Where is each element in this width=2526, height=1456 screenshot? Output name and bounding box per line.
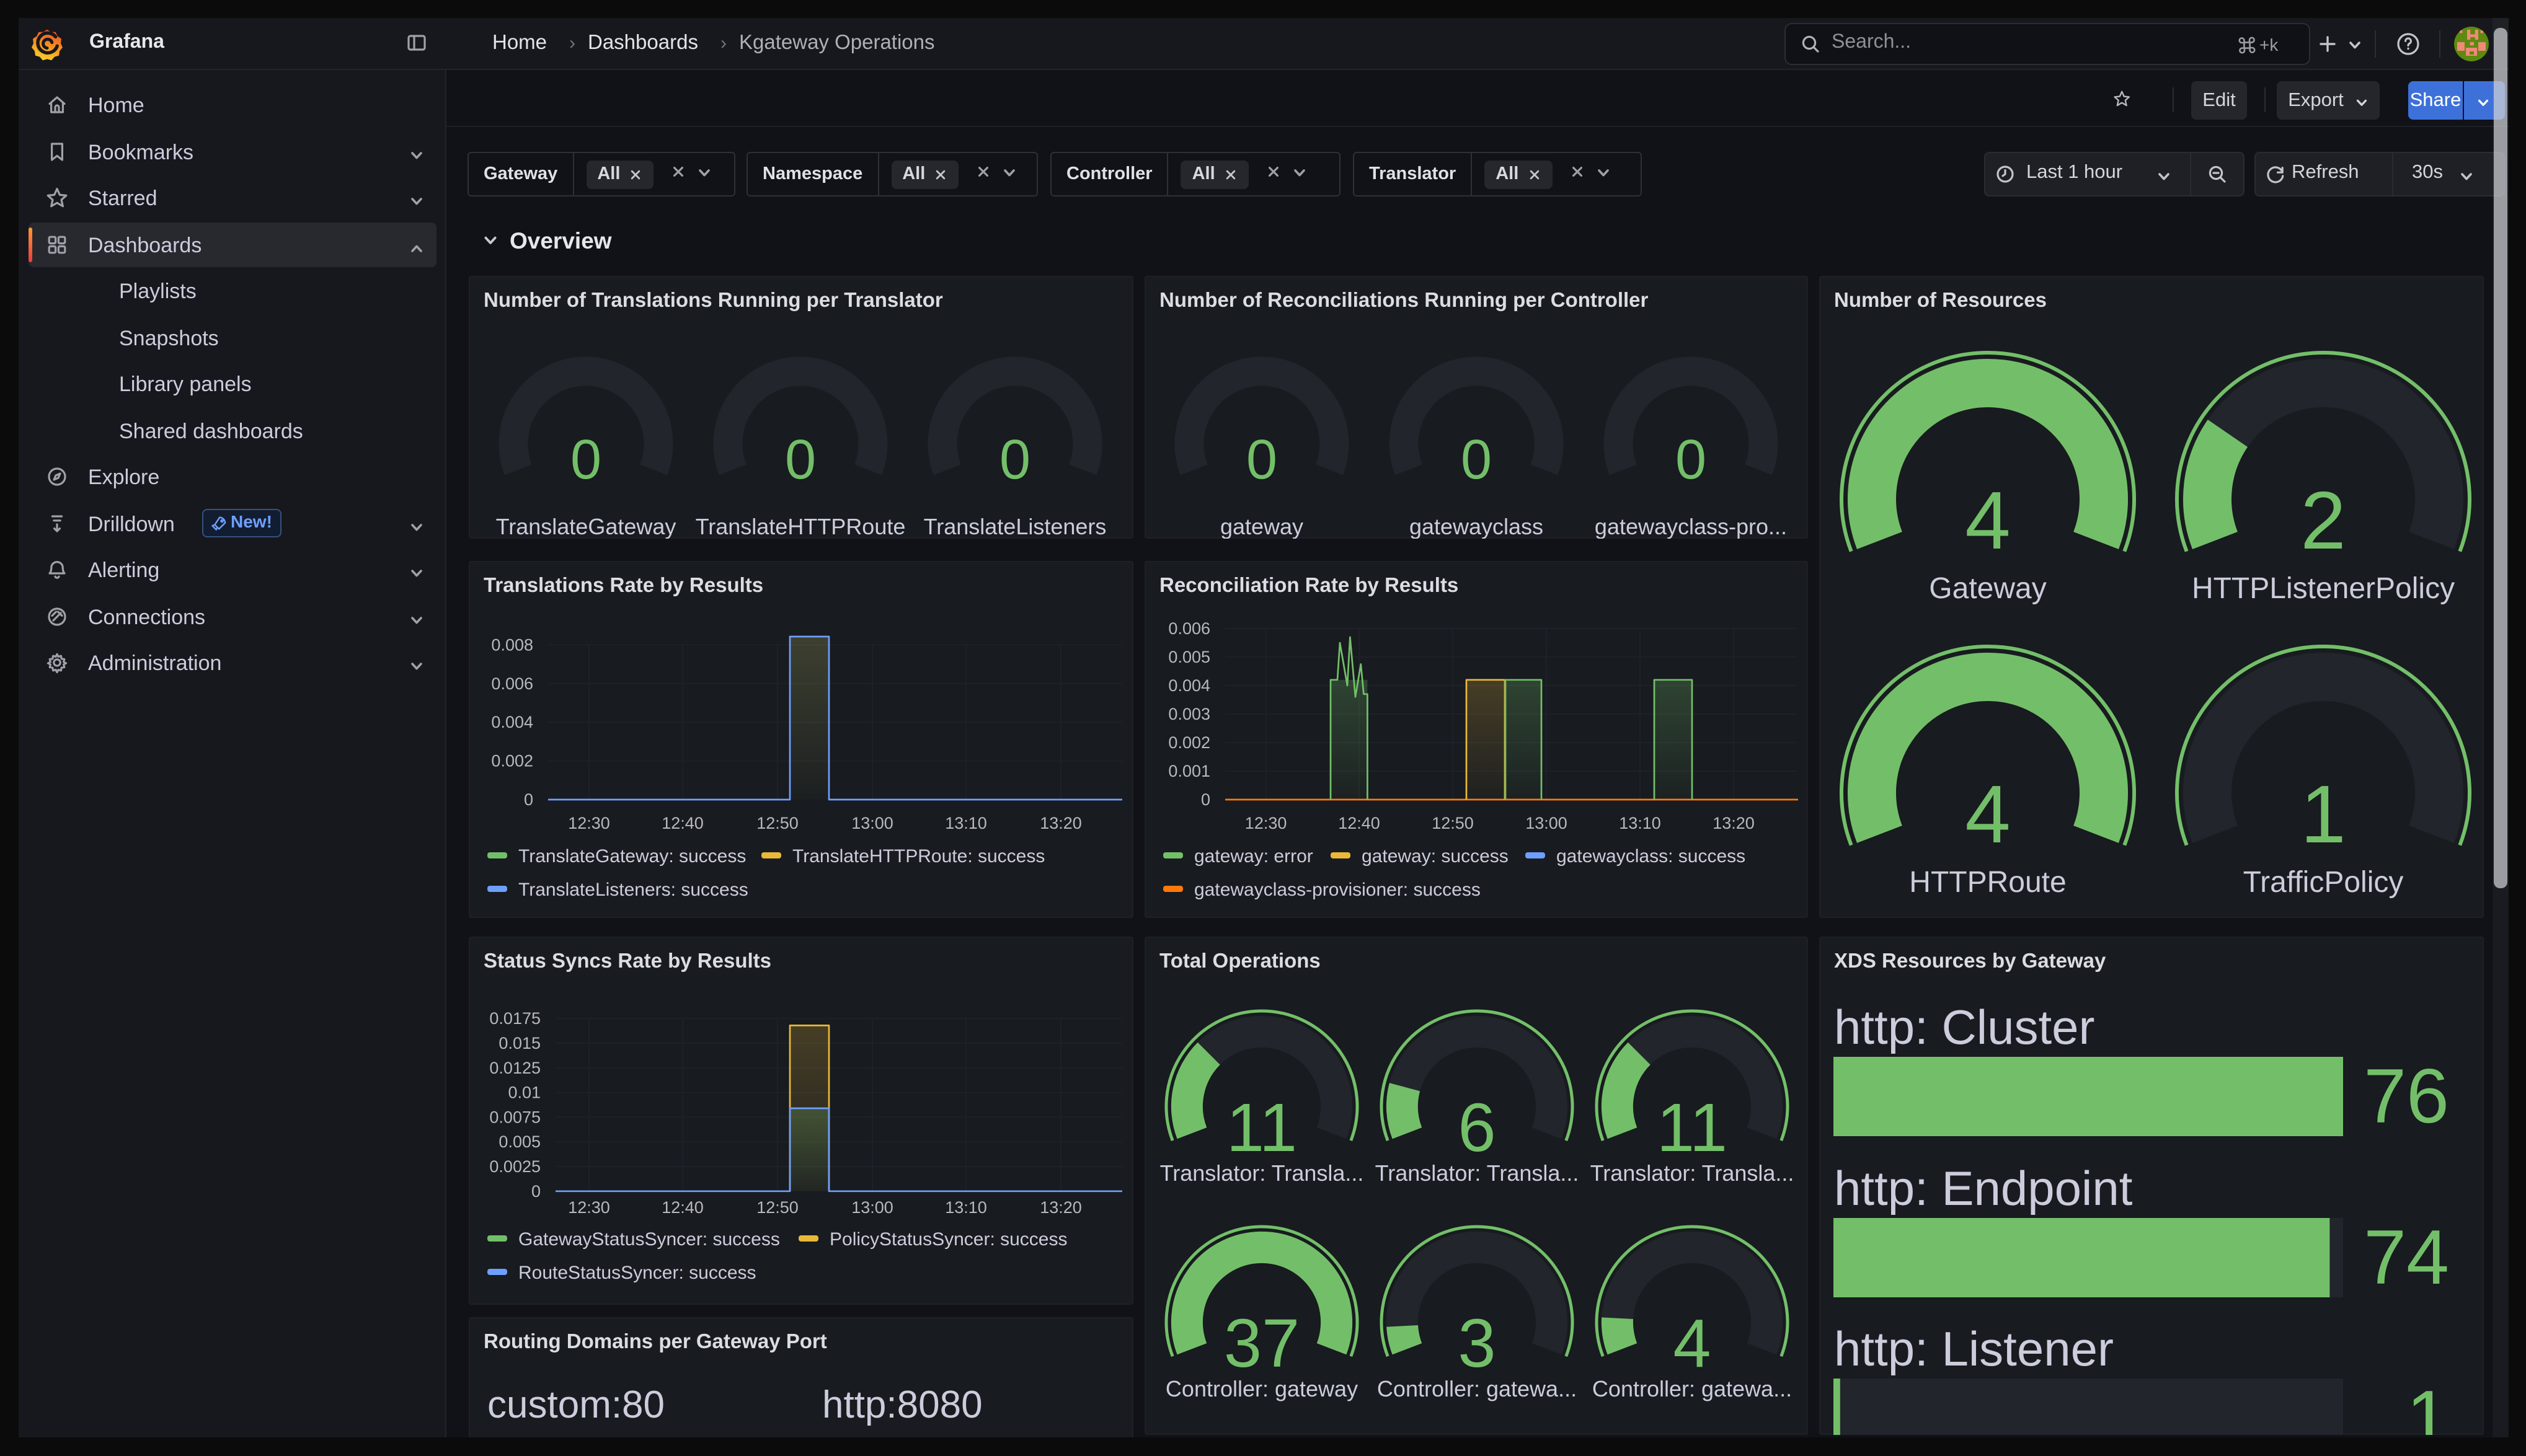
svg-text:12:40: 12:40 <box>1338 814 1380 832</box>
svg-text:12:50: 12:50 <box>1432 814 1474 832</box>
svg-text:0.005: 0.005 <box>1168 648 1210 666</box>
svg-text:0.003: 0.003 <box>1168 705 1210 723</box>
svg-text:0.004: 0.004 <box>1168 676 1210 695</box>
svg-text:12:30: 12:30 <box>568 814 610 832</box>
svg-text:0: 0 <box>1246 429 1277 491</box>
svg-text:6: 6 <box>1458 1090 1496 1166</box>
svg-text:12:40: 12:40 <box>662 1198 704 1217</box>
svg-text:12:50: 12:50 <box>756 814 799 832</box>
svg-text:13:10: 13:10 <box>945 1198 987 1217</box>
svg-text:gateway: gateway <box>1220 514 1303 539</box>
svg-text:0: 0 <box>1461 429 1492 491</box>
svg-text:13:20: 13:20 <box>1040 1198 1082 1217</box>
svg-text:Controller: gatewa...: Controller: gatewa... <box>1377 1376 1577 1401</box>
svg-text:13:10: 13:10 <box>945 814 987 832</box>
svg-text:0: 0 <box>785 429 816 491</box>
svg-text:11: 11 <box>1657 1090 1727 1166</box>
svg-text:13:10: 13:10 <box>1619 814 1661 832</box>
svg-text:13:20: 13:20 <box>1713 814 1755 832</box>
svg-text:13:00: 13:00 <box>1525 814 1567 832</box>
svg-text:0.005: 0.005 <box>499 1132 541 1151</box>
svg-text:HTTPRoute: HTTPRoute <box>1909 866 2066 899</box>
svg-text:http: Endpoint: http: Endpoint <box>1834 1161 2133 1216</box>
svg-text:4: 4 <box>1965 475 2010 566</box>
svg-text:0.004: 0.004 <box>491 713 533 731</box>
svg-text:0.006: 0.006 <box>491 674 533 693</box>
svg-text:1: 1 <box>2406 1375 2449 1435</box>
svg-text:0.001: 0.001 <box>1168 762 1210 780</box>
svg-text:1: 1 <box>2300 769 2346 860</box>
svg-text:Gateway: Gateway <box>1929 572 2046 605</box>
svg-text:Translator: Transla...: Translator: Transla... <box>1590 1160 1794 1186</box>
svg-text:2: 2 <box>2300 475 2346 566</box>
svg-text:3: 3 <box>1458 1305 1496 1382</box>
svg-text:0: 0 <box>1201 790 1210 809</box>
svg-text:HTTPListenerPolicy: HTTPListenerPolicy <box>2192 572 2455 605</box>
svg-text:0: 0 <box>1675 429 1706 491</box>
svg-text:0: 0 <box>570 429 601 491</box>
svg-text:Controller: gateway: Controller: gateway <box>1166 1376 1358 1401</box>
svg-text:http: Listener: http: Listener <box>1834 1321 2114 1376</box>
svg-text:0.002: 0.002 <box>1168 733 1210 752</box>
svg-text:0.008: 0.008 <box>491 635 533 654</box>
svg-text:0.0075: 0.0075 <box>489 1108 541 1126</box>
svg-text:0.0025: 0.0025 <box>489 1157 541 1176</box>
svg-text:0.006: 0.006 <box>1168 619 1210 638</box>
svg-text:12:30: 12:30 <box>1245 814 1287 832</box>
svg-text:74: 74 <box>2364 1215 2449 1300</box>
svg-text:0.002: 0.002 <box>491 752 533 770</box>
svg-text:+k: +k <box>2259 35 2279 55</box>
svg-text:0: 0 <box>524 790 533 809</box>
svg-text:0.01: 0.01 <box>508 1083 541 1102</box>
svg-text:0.015: 0.015 <box>499 1034 541 1052</box>
svg-text:13:00: 13:00 <box>851 814 893 832</box>
svg-text:http: Cluster: http: Cluster <box>1834 1000 2095 1054</box>
svg-text:TranslateGateway: TranslateGateway <box>496 514 676 539</box>
svg-text:4: 4 <box>1965 769 2010 860</box>
svg-text:gatewayclass-pro...: gatewayclass-pro... <box>1595 514 1787 539</box>
svg-text:4: 4 <box>1673 1305 1711 1382</box>
svg-text:11: 11 <box>1226 1090 1297 1166</box>
svg-text:76: 76 <box>2364 1054 2449 1139</box>
svg-text:0: 0 <box>999 429 1030 491</box>
svg-text:13:00: 13:00 <box>851 1198 893 1217</box>
svg-text:12:30: 12:30 <box>568 1198 610 1217</box>
svg-text:37: 37 <box>1224 1305 1300 1382</box>
svg-text:TranslateHTTPRoute: TranslateHTTPRoute <box>696 514 906 539</box>
svg-text:0.0175: 0.0175 <box>489 1009 541 1028</box>
svg-text:12:50: 12:50 <box>756 1198 799 1217</box>
svg-text:12:40: 12:40 <box>662 814 704 832</box>
svg-text:TrafficPolicy: TrafficPolicy <box>2243 866 2404 899</box>
svg-text:13:20: 13:20 <box>1040 814 1082 832</box>
svg-text:0.0125: 0.0125 <box>489 1059 541 1077</box>
svg-text:TranslateListeners: TranslateListeners <box>924 514 1107 539</box>
svg-text:Translator: Transla...: Translator: Transla... <box>1160 1160 1364 1186</box>
svg-text:Controller: gatewa...: Controller: gatewa... <box>1592 1376 1792 1401</box>
svg-text:Translator: Transla...: Translator: Transla... <box>1375 1160 1579 1186</box>
svg-text:gatewayclass: gatewayclass <box>1409 514 1543 539</box>
svg-text:0: 0 <box>531 1182 541 1201</box>
